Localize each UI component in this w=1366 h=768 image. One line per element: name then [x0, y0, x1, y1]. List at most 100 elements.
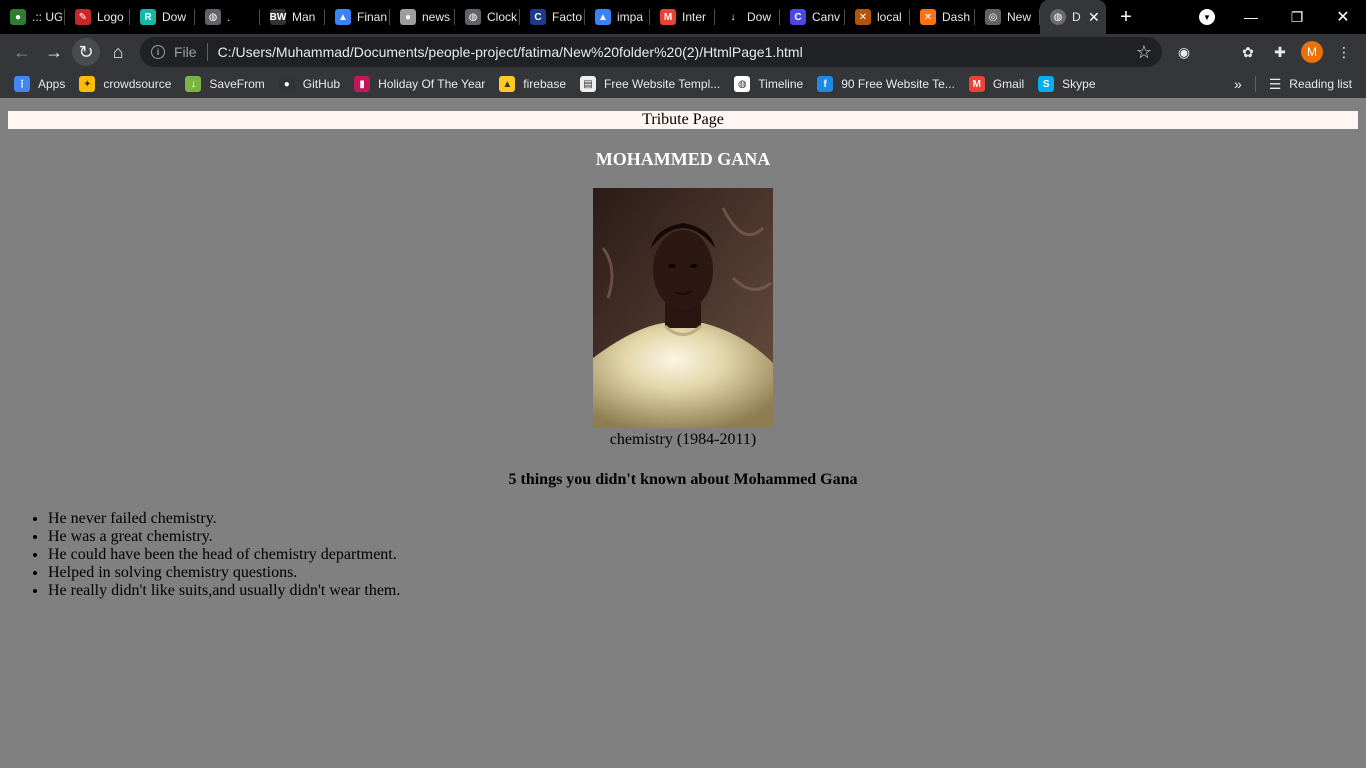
portrait-illustration: [593, 188, 773, 428]
bookmark-label: Apps: [38, 77, 66, 91]
tab-1[interactable]: ✎ Logo: [65, 0, 130, 34]
forward-arrow-icon[interactable]: →: [40, 38, 68, 66]
tab-list: ● .:: UG ✎ Logo R Dow ◍. BW Man ▲ Finan ● news ◍ Clock…: [0, 0, 1040, 34]
skype-icon: S: [1038, 76, 1055, 92]
extension-paw-icon[interactable]: ✿: [1239, 43, 1257, 61]
list-item: He never failed chemistry.: [48, 510, 400, 528]
tab-title: .:: UG: [32, 10, 62, 24]
minimize-icon[interactable]: —: [1228, 0, 1274, 34]
page-content: Tribute Page MOHAMMED GANA chemistry (19…: [0, 102, 1366, 768]
tab-title: Logo: [97, 10, 124, 24]
tab-title: Canv: [812, 10, 841, 24]
home-icon[interactable]: ⌂: [104, 38, 132, 66]
tab-title: New: [1007, 10, 1032, 24]
restore-icon[interactable]: ❐: [1274, 0, 1320, 34]
bookmark-star-icon[interactable]: ☆: [1136, 42, 1152, 63]
security-label: File: [174, 44, 197, 60]
tab-12[interactable]: C Canv: [780, 0, 845, 34]
xampp-icon: ✕: [920, 9, 936, 25]
back-arrow-icon[interactable]: ←: [8, 38, 36, 66]
tab-9[interactable]: ▲ impa: [585, 0, 650, 34]
menu-kebab-icon[interactable]: ⋮: [1335, 43, 1353, 61]
tab-7[interactable]: ◍ Clock: [455, 0, 520, 34]
bookmark-label: Holiday Of The Year: [378, 77, 486, 91]
bookmarks-divider: [1255, 76, 1256, 92]
tab-14[interactable]: ✕ Dash: [910, 0, 975, 34]
tab-15[interactable]: ◎ New: [975, 0, 1040, 34]
bookmark-label: Free Website Templ...: [604, 77, 721, 91]
omnibox-divider: [206, 43, 208, 61]
bookmark-1[interactable]: ✦ crowdsource: [79, 76, 171, 92]
bookmark-8[interactable]: f 90 Free Website Te...: [817, 76, 955, 92]
bookmark-5[interactable]: ▲ firebase: [499, 76, 566, 92]
reading-list-label: Reading list: [1289, 77, 1352, 91]
tab-title: D: [1072, 10, 1081, 24]
tab-strip: ● .:: UG ✎ Logo R Dow ◍. BW Man ▲ Finan ● news ◍ Clock…: [0, 0, 1366, 34]
tab-active[interactable]: ◍ D ✕: [1040, 0, 1106, 34]
list-item: Helped in solving chemistry questions.: [48, 564, 400, 582]
tab-title: news: [422, 10, 451, 24]
ost-icon: ▤: [580, 76, 596, 92]
info-icon[interactable]: i: [151, 45, 165, 59]
close-tab-icon[interactable]: ✕: [1088, 9, 1100, 26]
bookmark-2[interactable]: ↓ SaveFrom: [185, 76, 265, 92]
globe-icon: ◍: [205, 9, 221, 25]
tab-11[interactable]: ↓ Dow: [715, 0, 780, 34]
list-item: He was a great chemistry.: [48, 528, 400, 546]
list-item: He really didn't like suits,and usually …: [48, 582, 400, 600]
extension-circle-icon[interactable]: ◉: [1175, 43, 1193, 61]
page-header: Tribute Page: [8, 111, 1358, 129]
portrait-caption: chemistry (1984-2011): [609, 431, 757, 448]
bookmark-9[interactable]: M Gmail: [968, 76, 1024, 92]
extensions-puzzle-icon[interactable]: ✚: [1271, 43, 1289, 61]
tab-title: .: [227, 10, 231, 24]
new-tab-button[interactable]: +: [1106, 0, 1146, 34]
globe-icon: ◍: [465, 9, 481, 25]
browser-toolbar: ← → ↻ ⌂ i File C:/Users/Muhammad/Documen…: [0, 34, 1366, 70]
address-bar[interactable]: i File C:/Users/Muhammad/Documents/peopl…: [140, 37, 1162, 67]
tab-2[interactable]: R Dow: [130, 0, 195, 34]
bookmark-0[interactable]: ⋮ Apps: [14, 76, 65, 92]
tab-5[interactable]: ▲ Finan: [325, 0, 390, 34]
bookmark-7[interactable]: ◍ Timeline: [734, 76, 803, 92]
bookmark-label: SaveFrom: [209, 77, 265, 91]
tab-title: Clock: [487, 10, 517, 24]
tab-title: Finan: [357, 10, 387, 24]
holiday-icon: ▮: [354, 76, 371, 92]
list-item: He could have been the head of chemistry…: [48, 546, 400, 564]
bookmark-10[interactable]: S Skype: [1038, 76, 1096, 92]
tab-search-icon[interactable]: ▼: [1199, 9, 1215, 25]
tab-title: Dow: [747, 10, 772, 24]
bookmark-6[interactable]: ▤ Free Website Templ...: [580, 76, 720, 92]
tab-0[interactable]: ● .:: UG: [0, 0, 65, 34]
close-window-icon[interactable]: ✕: [1320, 0, 1366, 34]
savefrom-download-icon: ↓: [185, 76, 202, 92]
reload-icon[interactable]: ↻: [72, 38, 100, 66]
canva-icon: C: [790, 9, 806, 25]
globe-green-icon: ●: [10, 9, 26, 25]
tab-title: Dow: [162, 10, 187, 24]
tab-title: Facto: [552, 10, 582, 24]
facts-list: He never failed chemistry.He was a great…: [8, 510, 400, 600]
toggle-icon: ●: [400, 9, 416, 25]
tab-title: Dash: [942, 10, 971, 24]
tab-6[interactable]: ● news: [390, 0, 455, 34]
tab-3[interactable]: ◍.: [195, 0, 260, 34]
tab-4[interactable]: BW Man: [260, 0, 325, 34]
grad-cap-icon: ▲: [335, 9, 351, 25]
chevron-double-right-icon[interactable]: »: [1234, 70, 1242, 98]
tab-8[interactable]: C Facto: [520, 0, 585, 34]
bookmark-label: GitHub: [302, 77, 341, 91]
url-text[interactable]: C:/Users/Muhammad/Documents/people-proje…: [218, 44, 803, 60]
tab-title: Man: [292, 10, 316, 24]
tab-10[interactable]: M Inter: [650, 0, 715, 34]
bookmark-label: firebase: [523, 77, 566, 91]
reading-list-button[interactable]: ☰ Reading list: [1269, 70, 1352, 98]
bookmark-3[interactable]: ● GitHub: [278, 76, 341, 92]
bookmarks-list: ⋮ Apps ✦ crowdsource ↓ SaveFrom ● GitHub ▮ Holida…: [0, 76, 1096, 92]
bookmark-4[interactable]: ▮ Holiday Of The Year: [354, 76, 485, 92]
tab-13[interactable]: ✕ local: [845, 0, 910, 34]
github-icon: ●: [278, 76, 295, 92]
firebase-icon: ▲: [499, 76, 516, 92]
profile-avatar[interactable]: M: [1301, 41, 1323, 63]
